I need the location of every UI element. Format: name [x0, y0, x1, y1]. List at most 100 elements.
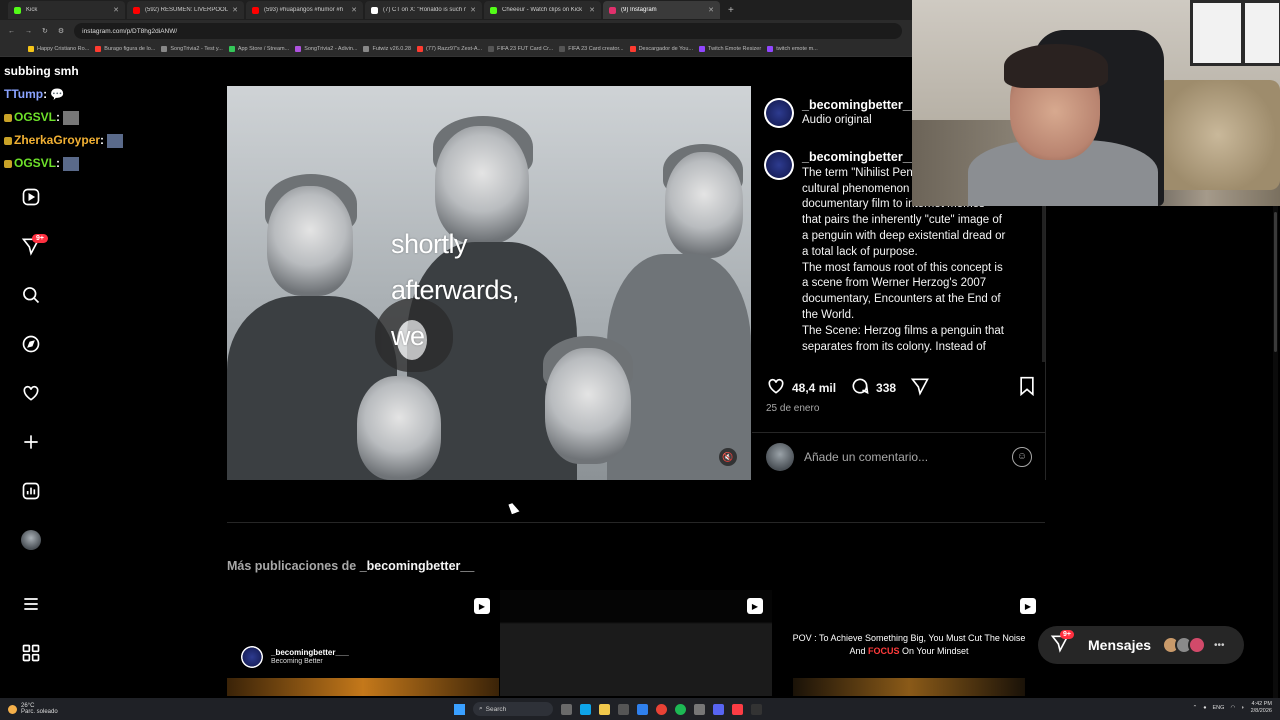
new-tab-icon[interactable]: +: [728, 5, 734, 16]
author-username[interactable]: _becomingbetter__: [802, 98, 917, 112]
mic-icon[interactable]: ●: [1203, 705, 1206, 711]
chevron-up-icon[interactable]: ⌃: [1193, 705, 1198, 711]
profile-avatar[interactable]: [18, 527, 44, 553]
bookmark[interactable]: SongTrivia2 - Adivin...: [295, 46, 357, 52]
create-icon[interactable]: [18, 429, 44, 455]
browser-tab[interactable]: Kick ✕: [8, 1, 125, 19]
instagram-favicon-icon: [609, 6, 616, 14]
post-thumbnail[interactable]: ▶: [500, 590, 772, 696]
spotify-icon[interactable]: [675, 703, 686, 715]
app-icon[interactable]: [751, 703, 762, 715]
section-divider: [227, 522, 1045, 523]
browser-tab[interactable]: Cheeeur - Watch clips on Kick ✕: [484, 1, 601, 19]
x-favicon-icon: [371, 6, 378, 14]
mute-icon[interactable]: 🔇: [719, 448, 737, 466]
weather-widget[interactable]: 26°C Parc. soleado: [0, 703, 200, 715]
emoji-icon[interactable]: ☺: [1012, 446, 1032, 467]
post-thumbnail[interactable]: _becomingbetter___ Becoming Better ▶: [227, 590, 499, 696]
more-apps-icon[interactable]: [18, 640, 44, 666]
store-icon[interactable]: [618, 703, 629, 715]
taskbar-search[interactable]: ⌕ Search: [473, 702, 553, 716]
url-input[interactable]: instagram.com/p/DT8hg2diANW/: [74, 23, 902, 39]
kick-favicon-icon: [14, 6, 21, 14]
dashboard-icon[interactable]: [18, 478, 44, 504]
bookmark[interactable]: Happy Cristiano Ro...: [28, 46, 89, 52]
save-bookmark-icon[interactable]: [1018, 376, 1036, 400]
explore-icon[interactable]: [18, 331, 44, 357]
bookmark[interactable]: FIFA 23 FUT Card Cr...: [488, 46, 553, 52]
close-tab-icon[interactable]: ✕: [113, 6, 119, 14]
discord-icon[interactable]: [713, 703, 724, 715]
forward-icon[interactable]: →: [25, 28, 32, 35]
bookmark[interactable]: (77) Razz97's Zest-A...: [417, 46, 482, 52]
photo-figure: [357, 376, 441, 480]
author-avatar[interactable]: [764, 150, 794, 180]
speech-bubble-emote-icon: 💬: [50, 89, 65, 101]
browser-tab[interactable]: (593) #huapangos #humor #h ✕: [246, 1, 363, 19]
close-tab-icon[interactable]: ✕: [351, 6, 357, 14]
post-date[interactable]: 25 de enero: [766, 403, 819, 414]
emote-icon: [63, 156, 80, 171]
wifi-icon[interactable]: ◠: [1230, 705, 1235, 711]
music-icon[interactable]: [732, 703, 743, 715]
bookmark[interactable]: Twitch Emote Resizer: [699, 46, 761, 52]
audio-label[interactable]: Audio original: [802, 114, 917, 126]
clock[interactable]: 4:42 PM 2/8/2026: [1251, 701, 1272, 715]
like-heart-icon[interactable]: [766, 376, 786, 400]
close-tab-icon[interactable]: ✕: [470, 6, 476, 14]
comments-count[interactable]: 338: [876, 381, 896, 395]
thumbnail-text: POV : To Achieve Something Big, You Must…: [785, 632, 1033, 658]
bookmark[interactable]: FIFA 23 Card creator...: [559, 46, 624, 52]
bookmark[interactable]: Descargador de You...: [629, 46, 693, 52]
browser-tab[interactable]: (7) CT on X: "Ronaldo is such m ✕: [365, 1, 482, 19]
reels-icon[interactable]: [18, 184, 44, 210]
heart-icon[interactable]: [18, 380, 44, 406]
caption-line: The Scene: Herzog films a penguin that: [802, 324, 1005, 337]
more-posts-username[interactable]: _becomingbetter__: [360, 559, 475, 573]
chat-message-text: :: [56, 110, 61, 124]
chrome-icon[interactable]: [656, 703, 667, 715]
comment-input[interactable]: Añade un comentario...: [804, 450, 1002, 464]
file-explorer-icon[interactable]: [599, 703, 610, 715]
bookmark[interactable]: twitch emote m...: [767, 46, 818, 52]
close-tab-icon[interactable]: ✕: [589, 6, 595, 14]
bookmark-label: FIFA 23 Card creator...: [568, 46, 624, 52]
share-icon[interactable]: [910, 376, 930, 400]
language-indicator[interactable]: ENG: [1213, 705, 1225, 711]
menu-icon[interactable]: [18, 591, 44, 617]
chat-message: OGSVL:: [4, 106, 204, 129]
close-tab-icon[interactable]: ✕: [708, 6, 714, 14]
contact-avatar: [1188, 636, 1207, 654]
chat-message-text: :: [100, 133, 105, 147]
browser-tab[interactable]: (592) RESUMEN: LIVERPOOL 1 ✕: [127, 1, 244, 19]
task-view-icon[interactable]: [561, 703, 572, 715]
page-scroll-thumb[interactable]: [1274, 212, 1277, 352]
bookmark-label: twitch emote m...: [776, 46, 818, 52]
post-thumbnail[interactable]: POV : To Achieve Something Big, You Must…: [773, 590, 1045, 696]
comment-icon[interactable]: [850, 376, 870, 400]
post-video[interactable]: shortly afterwards, we 🔇: [227, 86, 751, 480]
mail-icon[interactable]: [637, 703, 648, 715]
back-icon[interactable]: ←: [8, 28, 15, 35]
likes-count[interactable]: 48,4 mil: [792, 381, 836, 395]
bookmark[interactable]: App Store / Stream...: [228, 46, 289, 52]
reload-icon[interactable]: ↻: [42, 27, 48, 35]
bookmark[interactable]: SongTrivia2 - Test y...: [161, 46, 223, 52]
caption-line: documentary, Encounters at the End of: [802, 293, 1001, 306]
site-info-icon[interactable]: ⚙: [58, 27, 64, 35]
bookmark[interactable]: Futwiz v26.0.28: [363, 46, 411, 52]
bookmark[interactable]: Burago figura de lo...: [95, 46, 155, 52]
author-avatar[interactable]: [764, 98, 794, 128]
settings-icon[interactable]: [694, 703, 705, 715]
sub-badge-icon: [4, 113, 12, 122]
page-scrollbar[interactable]: [1273, 206, 1278, 700]
messages-button[interactable]: 9+ Mensajes •••: [1038, 626, 1244, 664]
edge-icon[interactable]: [580, 703, 591, 715]
search-icon[interactable]: [18, 282, 44, 308]
thumbnail-text-highlight: FOCUS: [867, 646, 900, 656]
sub-badge-icon: [4, 159, 12, 168]
volume-icon[interactable]: ◗: [1241, 705, 1244, 711]
windows-start-icon[interactable]: [454, 703, 465, 715]
browser-tab-active[interactable]: (9) Instagram ✕: [603, 1, 720, 19]
close-tab-icon[interactable]: ✕: [232, 6, 238, 14]
